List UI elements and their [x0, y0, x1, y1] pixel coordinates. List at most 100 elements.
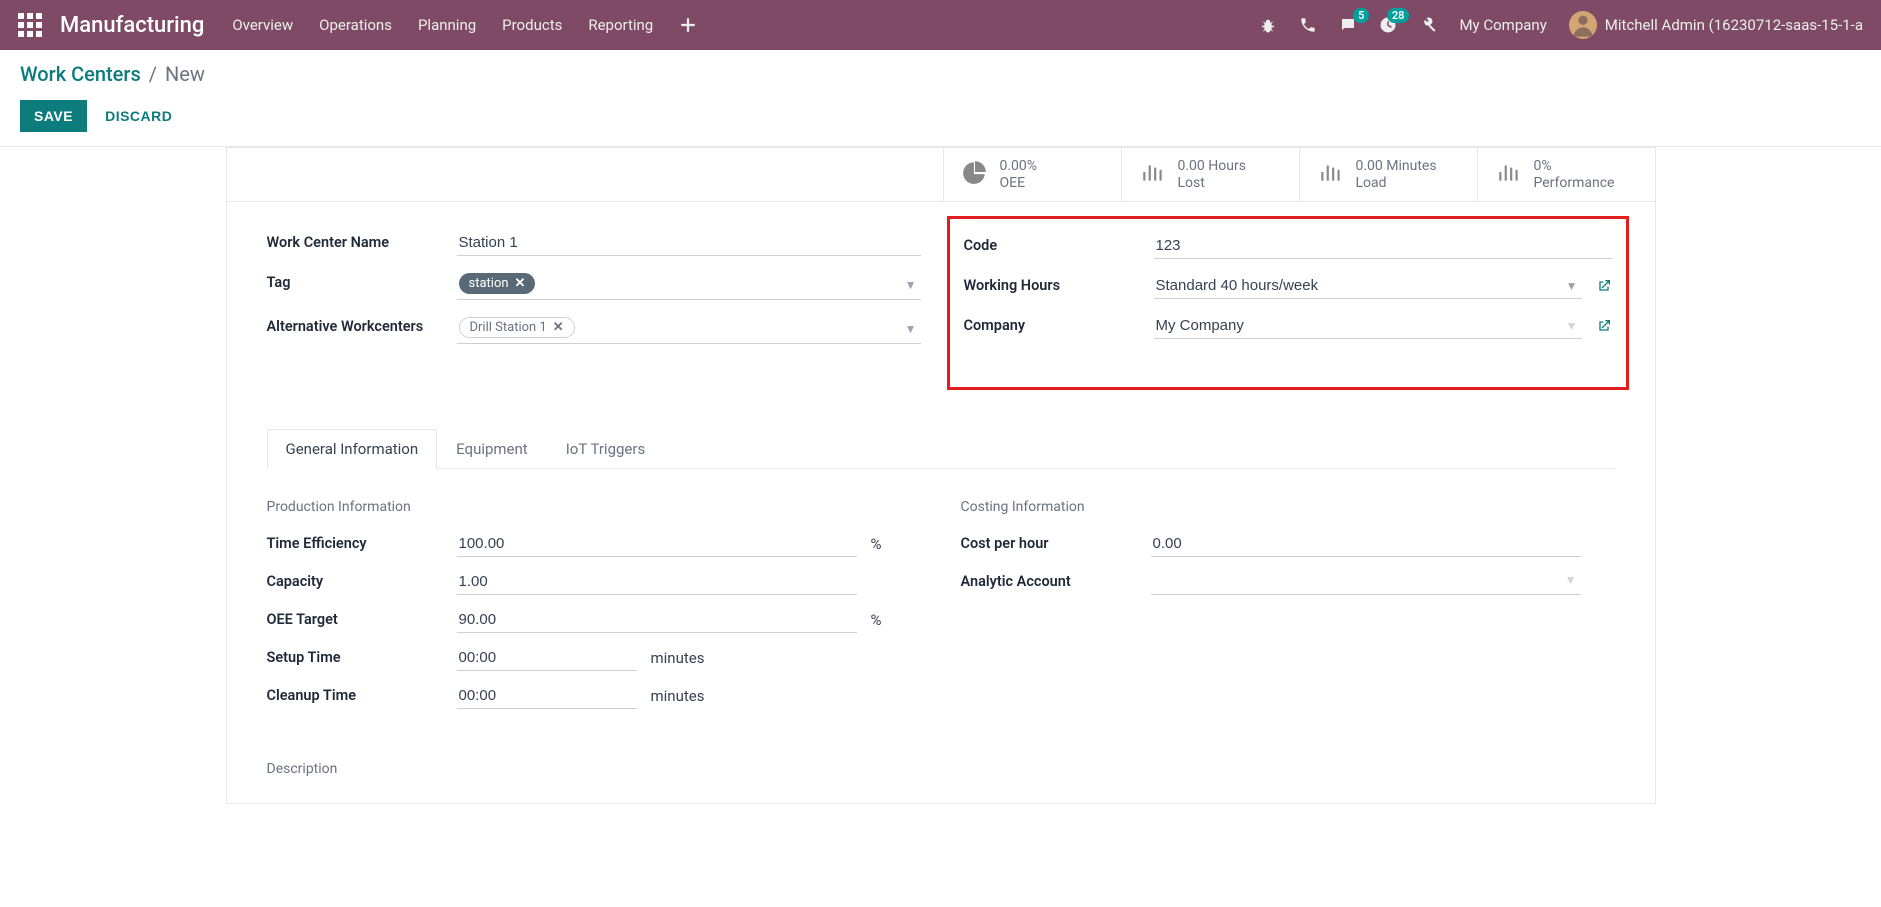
label-analytic-account: Analytic Account — [961, 573, 1151, 590]
tag-pill-drill-station: Drill Station 1 ✕ — [459, 317, 575, 338]
section-costing-info: Costing Information — [961, 499, 1615, 515]
stat-lost[interactable]: 0.00 Hours Lost — [1121, 148, 1299, 201]
input-analytic-account[interactable]: ▼ — [1151, 569, 1581, 595]
stat-perf-value: 0% — [1534, 158, 1615, 175]
label-capacity: Capacity — [267, 573, 457, 590]
breadcrumb-sep: / — [149, 62, 157, 86]
chevron-down-icon[interactable]: ▼ — [905, 278, 917, 292]
chevron-down-icon[interactable]: ▼ — [1566, 319, 1578, 333]
stat-oee-value: 0.00% — [1000, 158, 1038, 175]
form-col-right: Code Working Hours ▼ — [961, 230, 1615, 390]
input-code[interactable] — [1154, 233, 1612, 259]
tools-icon[interactable] — [1419, 16, 1437, 34]
bug-icon[interactable] — [1259, 16, 1277, 34]
input-oee-target[interactable] — [457, 607, 857, 633]
input-cost-per-hour[interactable] — [1151, 531, 1581, 557]
nav-planning[interactable]: Planning — [418, 16, 476, 34]
tag-text: Drill Station 1 — [470, 320, 547, 335]
stat-load-value: 0.00 Minutes — [1356, 158, 1437, 175]
label-alternative-workcenters: Alternative Workcenters — [267, 314, 457, 335]
tab-iot-triggers[interactable]: IoT Triggers — [547, 429, 664, 469]
section-description: Description — [267, 761, 1615, 777]
plus-icon[interactable] — [679, 16, 697, 34]
apps-launcher-icon[interactable] — [18, 13, 42, 37]
company-selector[interactable]: My Company — [1459, 16, 1546, 34]
nav-right: 5 28 My Company Mitchell Admin (16230712… — [1259, 11, 1863, 39]
nav-products[interactable]: Products — [502, 16, 562, 34]
save-button[interactable]: SAVE — [20, 100, 87, 132]
input-working-hours[interactable] — [1154, 273, 1582, 299]
user-name: Mitchell Admin (16230712-saas-15-1-a — [1605, 16, 1863, 34]
phone-icon[interactable] — [1299, 16, 1317, 34]
stat-performance[interactable]: 0% Performance — [1477, 148, 1655, 201]
label-time-efficiency: Time Efficiency — [267, 535, 457, 552]
remove-tag-icon[interactable]: ✕ — [515, 276, 526, 291]
remove-tag-icon[interactable]: ✕ — [553, 320, 564, 335]
activity-icon[interactable]: 28 — [1379, 16, 1397, 34]
form-col-left: Work Center Name Tag station ✕ ▼ — [267, 230, 921, 390]
chevron-down-icon[interactable]: ▼ — [1565, 573, 1577, 587]
nav-reporting[interactable]: Reporting — [588, 16, 653, 34]
discard-button[interactable]: DISCARD — [105, 108, 172, 124]
chevron-down-icon[interactable]: ▼ — [905, 322, 917, 336]
chat-icon[interactable]: 5 — [1339, 16, 1357, 34]
tag-pill-station: station ✕ — [459, 273, 536, 294]
highlight-box: Code Working Hours ▼ — [947, 216, 1629, 390]
input-alternative-workcenters[interactable]: Drill Station 1 ✕ ▼ — [457, 314, 921, 344]
input-time-efficiency[interactable] — [457, 531, 857, 557]
stat-perf-label: Performance — [1534, 175, 1615, 191]
label-oee-target: OEE Target — [267, 611, 457, 628]
input-capacity[interactable] — [457, 569, 857, 595]
nav-overview[interactable]: Overview — [232, 16, 293, 34]
section-production-info: Production Information — [267, 499, 921, 515]
external-link-icon[interactable] — [1596, 278, 1612, 294]
stat-load-label: Load — [1356, 175, 1437, 191]
external-link-icon[interactable] — [1596, 318, 1612, 334]
label-code: Code — [964, 233, 1154, 254]
unit-minutes: minutes — [651, 649, 705, 667]
action-buttons: SAVE DISCARD — [20, 100, 1861, 132]
form-body: Work Center Name Tag station ✕ ▼ — [227, 202, 1655, 803]
tabs: General Information Equipment IoT Trigge… — [267, 428, 1615, 469]
input-work-center-name[interactable] — [457, 230, 921, 256]
tab-general-information[interactable]: General Information — [267, 429, 438, 469]
stat-oee[interactable]: 0.00% OEE — [943, 148, 1121, 201]
pie-chart-icon — [962, 159, 988, 189]
user-menu[interactable]: Mitchell Admin (16230712-saas-15-1-a — [1569, 11, 1863, 39]
stat-oee-label: OEE — [1000, 175, 1038, 191]
breadcrumb: Work Centers / New — [20, 62, 1861, 86]
stat-lost-value: 0.00 Hours — [1178, 158, 1246, 175]
app-brand[interactable]: Manufacturing — [60, 13, 204, 38]
tab-equipment[interactable]: Equipment — [437, 429, 547, 469]
input-company[interactable] — [1154, 313, 1582, 339]
chevron-down-icon[interactable]: ▼ — [1566, 279, 1578, 293]
label-company: Company — [964, 313, 1154, 334]
statbar: 0.00% OEE 0.00 Hours Lost 0.00 Minutes — [227, 148, 1655, 202]
chat-badge: 5 — [1353, 8, 1369, 23]
stat-load[interactable]: 0.00 Minutes Load — [1299, 148, 1477, 201]
input-tag[interactable]: station ✕ ▼ — [457, 270, 921, 300]
activity-badge: 28 — [1387, 8, 1410, 23]
stat-lost-label: Lost — [1178, 175, 1246, 191]
costing-info-col: Costing Information Cost per hour Analyt… — [961, 499, 1615, 721]
unit-percent: % — [871, 611, 882, 629]
input-cleanup-time[interactable] — [457, 683, 637, 709]
label-cleanup-time: Cleanup Time — [267, 687, 457, 704]
breadcrumb-current: New — [165, 62, 205, 86]
bar-chart-icon — [1318, 159, 1344, 189]
unit-minutes: minutes — [651, 687, 705, 705]
bar-chart-icon — [1496, 159, 1522, 189]
breadcrumb-root[interactable]: Work Centers — [20, 62, 141, 86]
navbar: Manufacturing Overview Operations Planni… — [0, 0, 1881, 50]
label-cost-per-hour: Cost per hour — [961, 535, 1151, 552]
control-panel: Work Centers / New SAVE DISCARD — [0, 50, 1881, 147]
input-setup-time[interactable] — [457, 645, 637, 671]
label-tag: Tag — [267, 270, 457, 291]
nav-operations[interactable]: Operations — [319, 16, 392, 34]
label-work-center-name: Work Center Name — [267, 230, 457, 251]
bar-chart-icon — [1140, 159, 1166, 189]
avatar — [1569, 11, 1597, 39]
nav-menu: Overview Operations Planning Products Re… — [232, 16, 697, 34]
tag-text: station — [469, 276, 509, 291]
unit-percent: % — [871, 535, 882, 553]
